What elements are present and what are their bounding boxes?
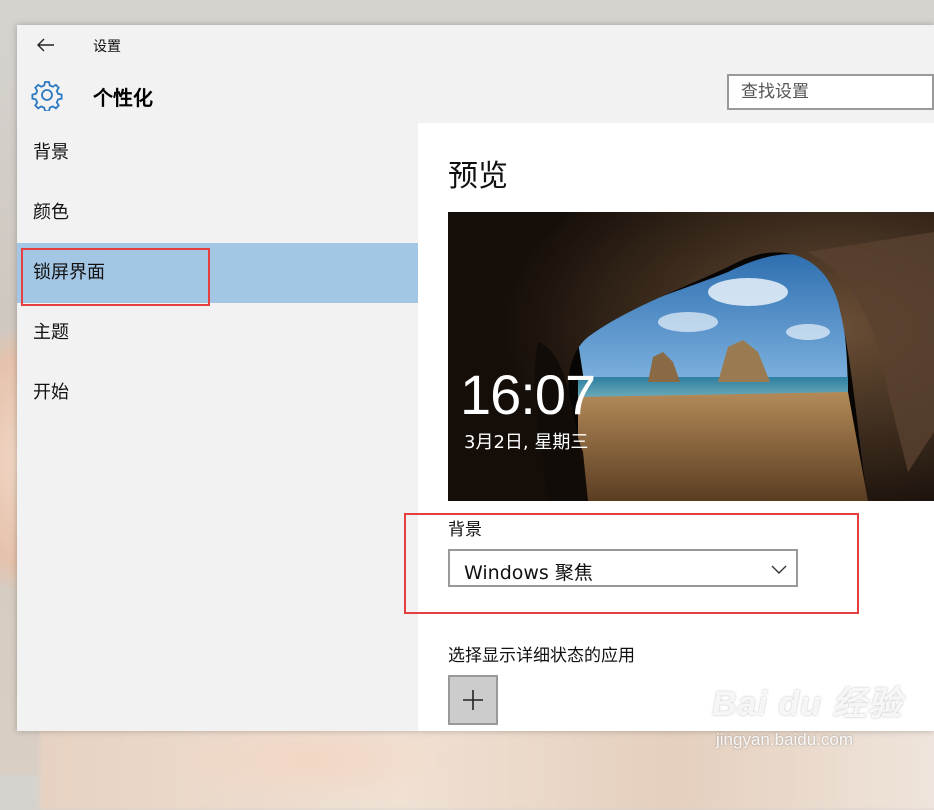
background-dropdown-value: Windows 聚焦 xyxy=(464,562,593,584)
sidebar-item-label: 锁屏界面 xyxy=(33,262,105,283)
main-content: 预览 16:07 3月2日, 星期三 背景 Windows 聚焦 选择显示详细状… xyxy=(418,123,934,731)
background-label: 背景 xyxy=(448,520,482,540)
search-input[interactable] xyxy=(729,76,932,108)
search-box[interactable] xyxy=(727,74,934,110)
sidebar-item-label: 背景 xyxy=(33,142,69,163)
add-app-button[interactable] xyxy=(448,675,498,725)
lock-screen-time: 16:07 xyxy=(460,363,596,426)
back-arrow-icon xyxy=(37,38,54,52)
sidebar: 背景 颜色 锁屏界面 主题 开始 xyxy=(17,123,418,731)
baidu-jingyan-watermark: Bai du 经验 jingyan.baidu.com xyxy=(712,670,912,760)
cave-beach-image xyxy=(448,212,934,501)
watermark-url: jingyan.baidu.com xyxy=(716,730,854,749)
sidebar-item-background[interactable]: 背景 xyxy=(17,123,418,183)
sidebar-item-themes[interactable]: 主题 xyxy=(17,303,418,363)
sidebar-item-start[interactable]: 开始 xyxy=(17,363,418,423)
background-dropdown[interactable]: Windows 聚焦 xyxy=(448,549,798,587)
sidebar-item-label: 颜色 xyxy=(33,202,69,223)
settings-window: 设置 个性化 背景 颜色 锁屏界面 主题 开始 预览 xyxy=(17,25,934,731)
desktop-blur-shape xyxy=(160,720,460,800)
watermark-logo: Bai du 经验 xyxy=(712,685,903,723)
chevron-down-icon xyxy=(771,565,787,574)
window-title: 设置 xyxy=(93,39,121,55)
detailed-status-app-label: 选择显示详细状态的应用 xyxy=(448,646,635,666)
back-button[interactable] xyxy=(31,31,61,59)
sidebar-item-lock-screen[interactable]: 锁屏界面 xyxy=(17,243,418,303)
sidebar-item-label: 主题 xyxy=(33,322,69,343)
page-title: 个性化 xyxy=(93,86,153,110)
sidebar-item-label: 开始 xyxy=(33,382,69,403)
gear-icon xyxy=(31,81,63,111)
preview-heading: 预览 xyxy=(448,159,508,194)
lock-screen-date: 3月2日, 星期三 xyxy=(464,432,589,453)
lock-screen-preview: 16:07 3月2日, 星期三 xyxy=(448,212,934,501)
sidebar-item-colors[interactable]: 颜色 xyxy=(17,183,418,243)
plus-icon xyxy=(463,690,483,710)
title-bar: 设置 个性化 xyxy=(17,25,934,123)
